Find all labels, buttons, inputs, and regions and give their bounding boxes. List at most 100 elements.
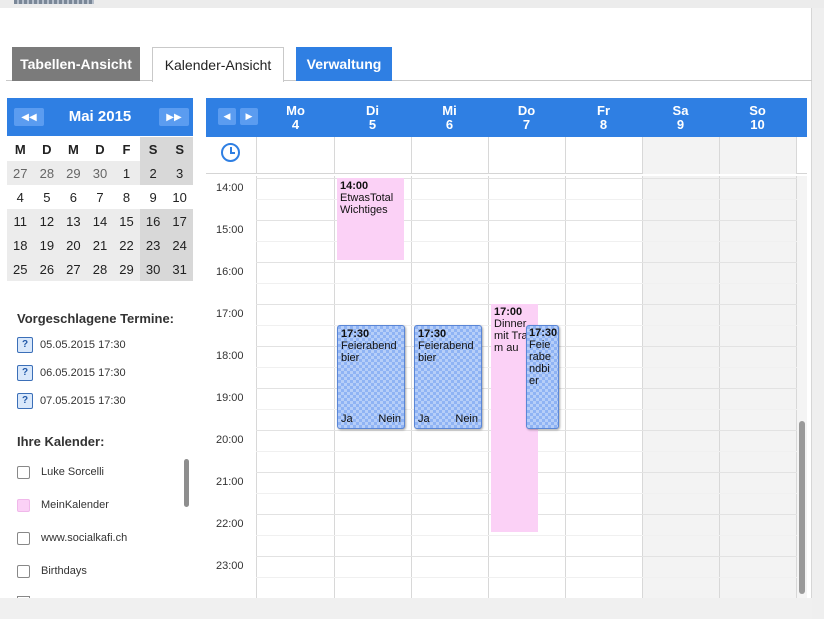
mini-prev-month-button[interactable]: ◀◀: [14, 108, 44, 126]
double-right-arrow-icon: ▶▶: [166, 111, 182, 123]
sidebar-scrollbar-thumb[interactable]: [184, 459, 189, 507]
mini-day[interactable]: 7: [87, 185, 114, 209]
mini-day[interactable]: 1: [113, 161, 140, 185]
mini-next-month-button[interactable]: ▶▶: [159, 108, 189, 126]
vote-yes-button[interactable]: Ja: [418, 413, 430, 425]
vote-no-button[interactable]: Nein: [378, 413, 401, 425]
suggested-appointment-label: 05.05.2015 17:30: [40, 338, 126, 351]
calendar-checkbox[interactable]: [17, 531, 30, 545]
day-number: 9: [676, 117, 685, 132]
mini-day[interactable]: 30: [87, 161, 114, 185]
mini-day[interactable]: 6: [60, 185, 87, 209]
mini-day[interactable]: 30: [139, 257, 167, 281]
suggested-appointment-item[interactable]: ? 06.05.2015 17:30: [17, 364, 126, 381]
calendar-item[interactable]: MeinKalender: [17, 497, 109, 513]
mini-day[interactable]: 21: [87, 233, 114, 257]
day-header-tue[interactable]: Di 5: [334, 104, 411, 132]
all-day-row[interactable]: [206, 137, 807, 174]
mini-day[interactable]: 22: [113, 233, 140, 257]
day-header-sat[interactable]: Sa 9: [642, 104, 719, 132]
event-title: Feierabend bier: [341, 340, 397, 364]
calendar-checkbox[interactable]: [17, 465, 30, 479]
mini-day[interactable]: 27: [7, 161, 34, 185]
weekday-label: S: [139, 137, 167, 161]
next-week-button[interactable]: ▶: [240, 108, 258, 125]
mini-day[interactable]: 23: [139, 233, 167, 257]
prev-week-button[interactable]: ◀: [218, 108, 236, 125]
question-icon[interactable]: ?: [17, 364, 33, 381]
mini-day[interactable]: 13: [60, 209, 87, 233]
suggested-appointment-label: 06.05.2015 17:30: [40, 366, 126, 379]
mini-calendar-title: Mai 2015: [68, 108, 132, 125]
column-divider: [565, 137, 566, 174]
mini-day[interactable]: 28: [87, 257, 114, 281]
time-grid[interactable]: 14:00 15:00 16:00 17:00 18:00 19:00 20:0…: [206, 176, 797, 598]
day-name: Mi: [442, 103, 457, 118]
calendar-item[interactable]: www.socialkafi.ch: [17, 530, 127, 546]
day-name: Sa: [672, 103, 689, 118]
day-header-sun[interactable]: So 10: [719, 104, 796, 132]
mini-day[interactable]: 12: [34, 209, 61, 233]
vote-yes-button[interactable]: Ja: [341, 413, 353, 425]
day-number: 10: [750, 117, 765, 132]
question-icon[interactable]: ?: [17, 392, 33, 409]
mini-day[interactable]: 4: [7, 185, 34, 209]
mini-day[interactable]: 20: [60, 233, 87, 257]
clock-icon-hand: [230, 152, 235, 154]
mini-day[interactable]: 11: [7, 209, 34, 233]
event-feierabend-bier-thu[interactable]: 17:30 Feie rabe ndbi er: [526, 325, 559, 429]
day-number: 7: [522, 117, 531, 132]
mini-day[interactable]: 27: [60, 257, 87, 281]
calendar-item[interactable]: Luke Sorcelli: [17, 464, 104, 480]
day-header-fri[interactable]: Fr 8: [565, 104, 642, 132]
event-etwas-total-wichtiges[interactable]: 14:00 EtwasTotal Wichtiges: [337, 178, 404, 260]
suggested-appointment-item[interactable]: ? 07.05.2015 17:30: [17, 392, 126, 409]
suggested-appointment-item[interactable]: ? 05.05.2015 17:30: [17, 336, 126, 353]
event-feierabend-bier-wed[interactable]: 17:30 Feierabend bier Ja Nein: [414, 325, 482, 429]
day-header-wed[interactable]: Mi 6: [411, 104, 488, 132]
day-header-mon[interactable]: Mo 4: [257, 104, 334, 132]
weekday-label: D: [42, 141, 52, 157]
hour-label: 23:00: [216, 560, 244, 572]
hour-label: 19:00: [216, 392, 244, 404]
mini-day[interactable]: 29: [60, 161, 87, 185]
event-title: Feie rabe ndbi er: [529, 339, 552, 387]
double-left-arrow-icon: ◀◀: [21, 111, 37, 123]
event-time: 17:30: [529, 327, 558, 339]
mini-day[interactable]: 5: [34, 185, 61, 209]
calendar-checkbox[interactable]: [17, 564, 30, 578]
mini-day[interactable]: 3: [166, 161, 193, 185]
question-icon[interactable]: ?: [17, 336, 33, 353]
calendar-item[interactable]: Birthdays: [17, 563, 87, 579]
mini-day[interactable]: 18: [7, 233, 34, 257]
mini-day[interactable]: 17: [166, 209, 193, 233]
tab-admin[interactable]: Verwaltung: [296, 47, 392, 81]
time-grid-scrollbar-thumb[interactable]: [799, 421, 805, 594]
mini-day[interactable]: 26: [34, 257, 61, 281]
event-feierabend-bier-tue[interactable]: 17:30 Feierabend bier Ja Nein: [337, 325, 405, 429]
hour-label: 14:00: [216, 182, 244, 194]
mini-day[interactable]: 8: [113, 185, 140, 209]
mini-day[interactable]: 28: [34, 161, 61, 185]
tab-calendar-view[interactable]: Kalender-Ansicht: [152, 47, 284, 82]
mini-day[interactable]: 10: [166, 185, 193, 209]
right-arrow-icon: ▶: [245, 111, 253, 121]
vote-no-button[interactable]: Nein: [455, 413, 478, 425]
mini-day[interactable]: 9: [140, 185, 167, 209]
mini-day[interactable]: 29: [113, 257, 140, 281]
mini-week-row: 18 19 20 21 22 23 24: [7, 233, 193, 257]
tab-table-view[interactable]: Tabellen-Ansicht: [12, 47, 140, 81]
calendar-color-swatch[interactable]: [17, 498, 30, 512]
day-header-thu[interactable]: Do 7: [488, 104, 565, 132]
mini-day[interactable]: 14: [87, 209, 114, 233]
mini-day[interactable]: 31: [166, 257, 193, 281]
mini-day[interactable]: 24: [166, 233, 193, 257]
mini-calendar-grid: M D M D F S S 27 28 29 30 1 2 3 4 5 6 7 …: [7, 137, 193, 281]
mini-day[interactable]: 2: [139, 161, 167, 185]
page-scrollbar[interactable]: [812, 0, 824, 619]
calendar-label: Birthdays: [41, 565, 87, 577]
mini-day[interactable]: 19: [34, 233, 61, 257]
mini-day[interactable]: 25: [7, 257, 34, 281]
mini-day[interactable]: 15: [113, 209, 140, 233]
mini-day[interactable]: 16: [139, 209, 167, 233]
